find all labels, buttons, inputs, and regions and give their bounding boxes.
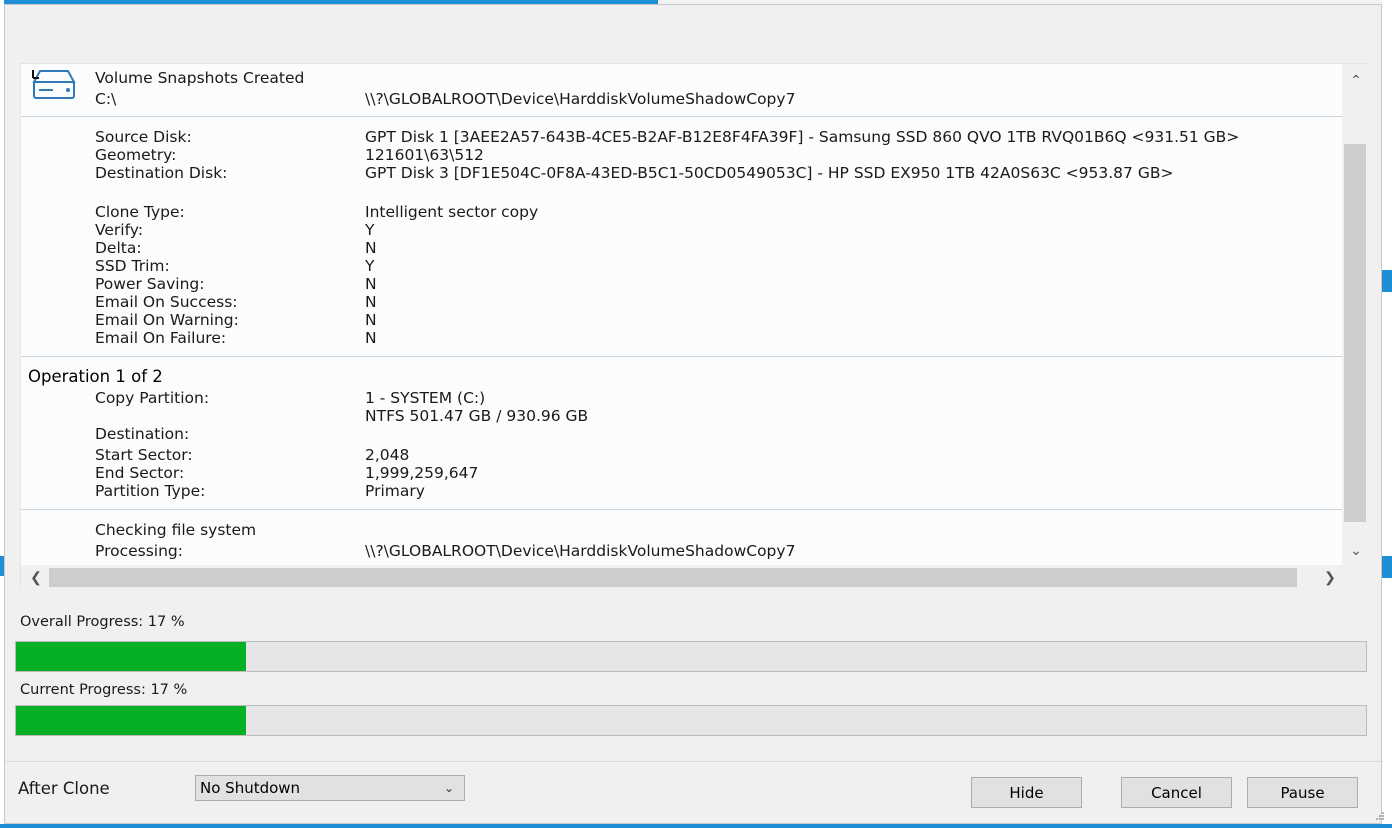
row-label: Copy Partition: [95,389,210,407]
row-value: GPT Disk 1 [3AEE2A57-643B-4CE5-B2AF-B12E… [365,128,1240,146]
operation-log-panel: Volume Snapshots Created C:\ \\?\GLOBALR… [20,63,1370,589]
row-label: Email On Failure: [95,329,227,347]
snapshot-path: \\?\GLOBALROOT\Device\HarddiskVolumeShad… [365,90,796,108]
row-value: Y [365,221,375,239]
destination-label: Destination: [95,425,190,443]
clone-progress-dialog: Volume Snapshots Created C:\ \\?\GLOBALR… [4,4,1385,824]
log-vertical-scrollbar[interactable]: ⌃ ⌄ [1342,64,1370,565]
hard-disk-icon [32,70,76,99]
overall-progress-fill [16,642,246,671]
hide-button[interactable]: Hide [971,777,1082,808]
scroll-right-icon[interactable]: ❯ [1317,565,1343,589]
background-selection-marker [1382,556,1392,578]
row-label: Email On Success: [95,293,238,311]
snapshots-heading: Volume Snapshots Created [95,69,305,87]
current-progress-bar [15,705,1367,736]
overall-progress-label: Overall Progress: 17 % [20,614,185,630]
row-label: End Sector: [95,464,185,482]
row-value: Intelligent sector copy [365,203,539,221]
after-clone-label: After Clone [18,779,110,798]
row-label: Source Disk: [95,128,192,146]
background-window-bottom [0,824,1392,828]
row-label: Processing: [95,542,183,560]
after-clone-select[interactable]: No Shutdown ⌄ [195,775,465,801]
overall-progress-bar [15,641,1367,672]
row-label: Destination Disk: [95,164,228,182]
row-value: 121601\63\512 [365,146,484,164]
footer-divider [5,761,1383,762]
row-value: GPT Disk 3 [DF1E504C-0F8A-43ED-B5C1-50CD… [365,164,1174,182]
row-value: 1 - SYSTEM (C:) [365,389,486,407]
current-progress-fill [16,706,246,735]
row-label: Geometry: [95,146,177,164]
vertical-scroll-thumb[interactable] [1344,144,1366,522]
row-label: Power Saving: [95,275,205,293]
snapshot-drive: C:\ [95,90,117,108]
row-value: Y [365,257,375,275]
row-label: SSD Trim: [95,257,170,275]
resize-grip-icon[interactable] [1375,811,1385,821]
horizontal-scroll-thumb[interactable] [49,568,1297,587]
background-window-right [1382,0,1392,828]
chevron-down-icon: ⌄ [443,781,454,795]
row-value: N [365,329,377,347]
operation-heading: Operation 1 of 2 [28,367,163,386]
scroll-down-icon[interactable]: ⌄ [1342,538,1370,562]
current-progress-label: Current Progress: 17 % [20,682,188,698]
copy-partition-detail: NTFS 501.47 GB / 930.96 GB [365,407,589,425]
row-value: 1,999,259,647 [365,464,479,482]
background-selection-marker [1382,270,1392,292]
row-label: Verify: [95,221,144,239]
log-separator [21,356,1342,357]
operation-log: Volume Snapshots Created C:\ \\?\GLOBALR… [21,64,1342,565]
row-value: N [365,311,377,329]
row-value: N [365,275,377,293]
cancel-button[interactable]: Cancel [1121,777,1232,808]
row-value: 2,048 [365,446,410,464]
checking-heading: Checking file system [95,521,257,539]
scroll-left-icon[interactable]: ❮ [23,565,49,589]
row-label: Delta: [95,239,142,257]
log-horizontal-scrollbar[interactable]: ❮ ❯ [21,565,1370,589]
after-clone-selected-value: No Shutdown [200,779,301,797]
log-separator [21,509,1342,510]
row-value: Primary [365,482,425,500]
row-value: \\?\GLOBALROOT\Device\HarddiskVolumeShad… [365,542,796,560]
row-value: N [365,239,377,257]
pause-button[interactable]: Pause [1247,777,1358,808]
row-label: Start Sector: [95,446,193,464]
row-label: Clone Type: [95,203,185,221]
scroll-up-icon[interactable]: ⌃ [1342,68,1370,92]
row-value: N [365,293,377,311]
row-label: Partition Type: [95,482,206,500]
log-separator [21,116,1342,117]
row-label: Email On Warning: [95,311,239,329]
